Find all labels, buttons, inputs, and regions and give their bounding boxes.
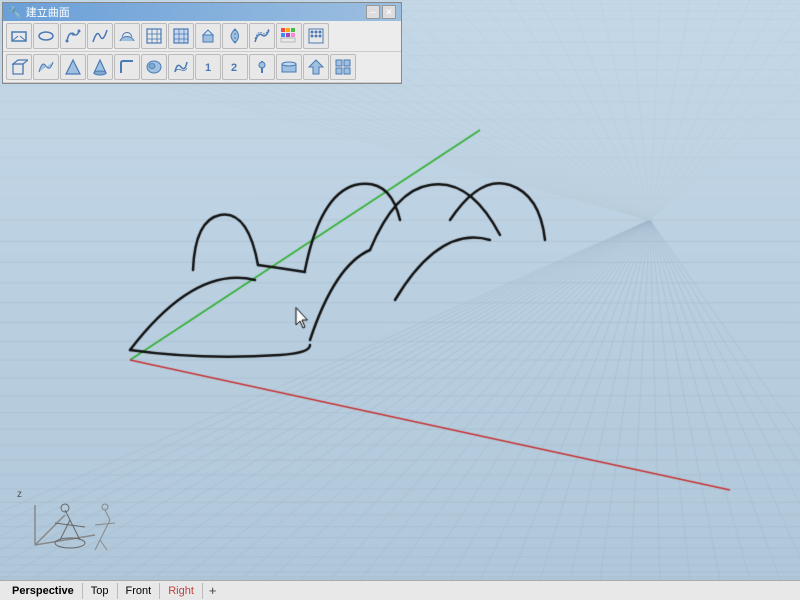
toolbar-panel: 🔧 建立曲面 ─ ✕ — [2, 2, 402, 84]
svg-text:z: z — [17, 489, 22, 500]
toolbar-minimize-btn[interactable]: ─ — [366, 5, 380, 19]
toolbar-row-1 — [3, 21, 401, 52]
toolbar-close-btn[interactable]: ✕ — [382, 5, 396, 19]
svg-text:1: 1 — [205, 62, 211, 74]
tool-fillet[interactable] — [114, 54, 140, 80]
tool-triangle[interactable] — [60, 54, 86, 80]
tool-curve2[interactable] — [33, 54, 59, 80]
tool-freeform[interactable] — [60, 23, 86, 49]
tool-circle-surface[interactable] — [33, 23, 59, 49]
tool-grid-surface[interactable] — [141, 23, 167, 49]
svg-text:2: 2 — [231, 62, 237, 74]
tab-top[interactable]: Top — [83, 583, 118, 599]
tool-curve[interactable] — [87, 23, 113, 49]
tool-2[interactable]: 2 — [222, 54, 248, 80]
viewport-3d[interactable]: z — [0, 0, 800, 580]
toolbar-title[interactable]: 🔧 建立曲面 ─ ✕ — [3, 3, 401, 21]
tool-pin[interactable] — [249, 54, 275, 80]
tool-grid2[interactable] — [330, 54, 356, 80]
toolbar-title-text: 建立曲面 — [26, 4, 70, 20]
tool-extrude[interactable] — [195, 23, 221, 49]
tab-perspective[interactable]: Perspective — [4, 583, 83, 599]
tool-color[interactable] — [276, 23, 302, 49]
tool-slab[interactable] — [276, 54, 302, 80]
statusbar: Perspective Top Front Right + — [0, 580, 800, 600]
toolbar-icon: 🔧 — [8, 6, 22, 19]
tool-curve3[interactable] — [168, 54, 194, 80]
tool-dots[interactable] — [303, 23, 329, 49]
tab-front[interactable]: Front — [118, 583, 161, 599]
tool-arrow[interactable] — [303, 54, 329, 80]
axis-icon: z — [15, 485, 115, 555]
grid-canvas — [0, 0, 800, 580]
tool-revolve[interactable] — [222, 23, 248, 49]
tool-grid-surface2[interactable] — [168, 23, 194, 49]
tool-loft[interactable] — [114, 23, 140, 49]
add-view-btn[interactable]: + — [203, 581, 223, 600]
tool-plane[interactable] — [6, 23, 32, 49]
tool-1[interactable]: 1 — [195, 54, 221, 80]
tool-cone[interactable] — [87, 54, 113, 80]
tab-right[interactable]: Right — [160, 583, 203, 599]
tool-blob[interactable] — [141, 54, 167, 80]
toolbar-row-2: 1 2 — [3, 52, 401, 83]
tool-rail[interactable] — [249, 23, 275, 49]
tool-box-surface[interactable] — [6, 54, 32, 80]
